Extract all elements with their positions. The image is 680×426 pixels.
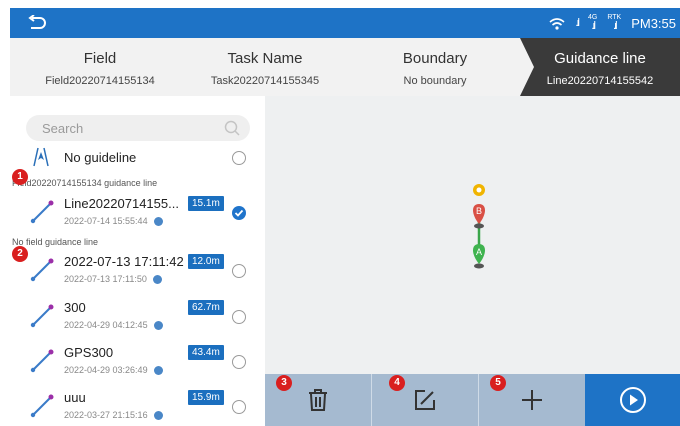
- guidance-line-icon: [30, 394, 54, 418]
- group-label-no-field: No field guidance line: [12, 237, 99, 247]
- tab-boundary-value: No boundary: [403, 75, 467, 87]
- line-name: Line20220714155...: [64, 196, 179, 211]
- guidance-line-icon: [30, 200, 54, 224]
- globe-icon: [153, 365, 163, 375]
- line-radio[interactable]: [232, 264, 246, 278]
- globe-icon: [152, 274, 162, 284]
- globe-icon: [153, 410, 163, 420]
- search-box: [26, 115, 250, 141]
- tab-guidance-line[interactable]: Guidance line Line20220714155542: [520, 38, 680, 96]
- guidance-line-item[interactable]: Line20220714155... 15.1m 2022-07-14 15:5…: [10, 192, 265, 236]
- tab-guidance-line-title: Guidance line: [554, 50, 646, 67]
- tab-boundary-title: Boundary: [402, 50, 468, 67]
- globe-icon: [153, 216, 163, 226]
- guidance-line-item[interactable]: 2022-07-13 17:11:42 12.0m 2022-07-13 17:…: [10, 250, 265, 294]
- back-arrow-icon: [28, 15, 46, 29]
- tab-field-title: Field: [83, 50, 117, 67]
- cell-signal-icon: .ıl: [575, 16, 579, 29]
- line-radio[interactable]: [232, 355, 246, 369]
- line-date: 2022-07-14 15:55:44: [64, 216, 148, 226]
- point-b-label: B: [476, 206, 482, 216]
- no-guideline-label: No guideline: [64, 150, 137, 165]
- line-date-row: 2022-03-27 21:15:16: [64, 410, 163, 420]
- line-date: 2022-07-13 17:11:50: [64, 274, 147, 284]
- play-icon: [619, 387, 646, 413]
- tab-boundary[interactable]: Boundary No boundary: [345, 38, 525, 96]
- line-radio[interactable]: [232, 310, 246, 324]
- tab-field[interactable]: Field Field20220714155134: [10, 38, 190, 96]
- line-date-row: 2022-07-13 17:11:50: [64, 274, 162, 284]
- line-length-badge: 62.7m: [188, 300, 224, 315]
- search-icon[interactable]: [224, 120, 240, 136]
- guidance-line-item[interactable]: uuu 15.9m 2022-03-27 21:15:16: [10, 386, 265, 426]
- current-position-dot: [476, 187, 482, 193]
- guidance-line-preview: B A: [473, 184, 485, 269]
- no-guideline-icon: [33, 147, 49, 167]
- point-a-marker: A: [473, 244, 485, 269]
- plus-icon: [522, 390, 542, 410]
- edit-button[interactable]: [372, 374, 478, 426]
- map-view[interactable]: B A: [265, 96, 680, 374]
- start-guidance-button[interactable]: [585, 374, 680, 426]
- line-name: 2022-07-13 17:11:42: [64, 254, 184, 269]
- globe-icon: [153, 320, 163, 330]
- no-guideline-option[interactable]: No guideline: [10, 144, 265, 172]
- guidance-line-icon: [30, 349, 54, 373]
- line-radio[interactable]: [232, 400, 246, 414]
- line-date: 2022-04-29 03:26:49: [64, 365, 148, 375]
- group-label-field: Field20220714155134 guidance line: [12, 178, 158, 188]
- line-date: 2022-04-29 04:12:45: [64, 320, 148, 330]
- edit-icon: [415, 390, 435, 410]
- check-icon: [234, 209, 244, 217]
- line-length-badge: 15.9m: [188, 390, 224, 405]
- tab-guidance-line-value: Line20220714155542: [546, 75, 654, 87]
- rtk-signal-icon: RTK .ıl: [607, 14, 622, 32]
- guidance-line-item[interactable]: GPS300 43.4m 2022-04-29 03:26:49: [10, 341, 265, 385]
- point-b-marker: B: [473, 204, 485, 229]
- line-name: GPS300: [64, 345, 114, 360]
- callout-5: 5: [490, 375, 506, 391]
- line-length-badge: 12.0m: [188, 254, 224, 269]
- trash-icon: [309, 389, 327, 411]
- point-a-label: A: [476, 247, 482, 257]
- status-bar: .ıl 4G .ıl RTK .ıl PM3:55: [10, 8, 680, 38]
- line-date-row: 2022-07-14 15:55:44: [64, 216, 163, 226]
- tab-task-name[interactable]: Task Name Task20220714155345: [175, 38, 355, 96]
- back-button[interactable]: [22, 10, 52, 36]
- guidance-line-icon: [30, 304, 54, 328]
- tab-task-name-value: Task20220714155345: [210, 75, 320, 87]
- tab-task-name-title: Task Name: [227, 50, 303, 67]
- line-name: uuu: [64, 390, 86, 405]
- clock: PM3:55: [631, 15, 676, 31]
- callout-1: 1: [12, 169, 28, 185]
- no-guideline-radio[interactable]: [232, 151, 246, 165]
- line-date-row: 2022-04-29 03:26:49: [64, 365, 163, 375]
- action-toolbar: 3 4 5: [265, 374, 680, 426]
- line-date: 2022-03-27 21:15:16: [64, 410, 148, 420]
- search-input[interactable]: [26, 115, 206, 141]
- tab-field-value: Field20220714155134: [45, 75, 155, 87]
- guidance-line-item[interactable]: 300 62.7m 2022-04-29 04:12:45: [10, 296, 265, 340]
- line-name: 300: [64, 300, 86, 315]
- guidance-line-list-panel: No guideline Field20220714155134 guidanc…: [10, 96, 265, 426]
- line-date-row: 2022-04-29 04:12:45: [64, 320, 163, 330]
- wifi-icon: [549, 17, 565, 30]
- line-radio-selected[interactable]: [232, 206, 246, 220]
- callout-4: 4: [389, 375, 405, 391]
- line-length-badge: 15.1m: [188, 196, 224, 211]
- guidance-line-icon: [30, 258, 54, 282]
- breadcrumb: Field Field20220714155134 Task Name Task…: [10, 38, 680, 96]
- line-length-badge: 43.4m: [188, 345, 224, 360]
- 4g-signal-icon: 4G .ıl: [587, 14, 598, 32]
- callout-3: 3: [276, 375, 292, 391]
